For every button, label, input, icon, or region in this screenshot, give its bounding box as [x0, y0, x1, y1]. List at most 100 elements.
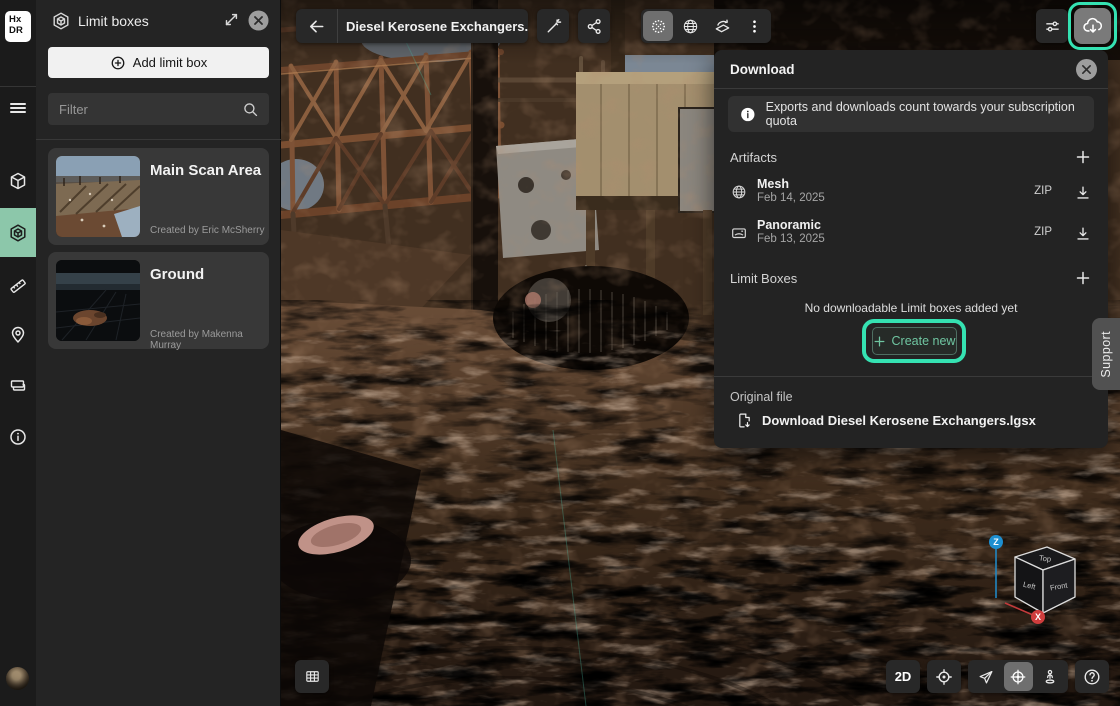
download-artifact-button[interactable] — [1072, 223, 1094, 245]
crosshair-icon — [934, 667, 954, 687]
view-settings-button[interactable] — [1036, 9, 1068, 43]
artifacts-label: Artifacts — [730, 150, 777, 165]
support-tab[interactable]: Support — [1092, 318, 1120, 390]
limit-box-created-by: Created by Eric McSherry — [150, 225, 264, 236]
rail-divider — [0, 86, 36, 87]
2d-mode-label: 2D — [895, 669, 912, 684]
add-limit-box-label: Add limit box — [133, 55, 207, 70]
back-button[interactable] — [296, 9, 338, 43]
hamburger-icon — [8, 98, 28, 118]
artifact-format: ZIP — [1034, 226, 1052, 238]
share-icon — [585, 17, 604, 36]
fly-mode-button[interactable] — [970, 660, 1003, 693]
help-button[interactable] — [1075, 660, 1109, 693]
add-limit-box-download-button[interactable] — [1074, 269, 1092, 287]
sidebar-item-locations[interactable] — [0, 317, 36, 353]
add-artifact-button[interactable] — [1074, 148, 1092, 166]
z-axis-label: Z — [993, 537, 999, 547]
app-window: Hx DR Limit boxes — [0, 0, 1120, 706]
artifact-date: Feb 13, 2025 — [757, 233, 825, 245]
info-icon — [8, 427, 28, 447]
limit-boxes-label: Limit Boxes — [730, 271, 797, 286]
share-button[interactable] — [578, 9, 610, 43]
cube-icon — [8, 171, 28, 191]
search-icon — [242, 101, 259, 118]
add-limit-box-button[interactable]: Add limit box — [48, 47, 269, 78]
sidebar-item-limit-boxes[interactable] — [0, 208, 36, 257]
download-original-file-link[interactable]: Download Diesel Kerosene Exchangers.lgsx — [736, 412, 1036, 429]
limit-boxes-panel: Limit boxes Add limit box — [36, 0, 281, 706]
artifact-row: Panoramic Feb 13, 2025 ZIP — [714, 217, 1108, 251]
recenter-button[interactable] — [927, 660, 961, 693]
filter-field — [48, 93, 269, 125]
file-title-bar: Diesel Kerosene Exchangers.lgsx — [296, 9, 528, 43]
plus-icon — [1076, 150, 1090, 164]
walk-mode-button[interactable] — [1034, 660, 1067, 693]
panel-divider — [36, 139, 281, 140]
artifact-name: Mesh — [757, 177, 789, 191]
help-icon — [1082, 667, 1102, 687]
navigation-mode-toolbar — [968, 660, 1068, 693]
file-title: Diesel Kerosene Exchangers.lgsx — [338, 19, 528, 34]
render-mode-toolbar — [641, 9, 771, 43]
limit-box-title: Ground — [150, 266, 204, 283]
kebab-menu-icon — [745, 17, 764, 36]
arrow-left-icon — [307, 17, 326, 36]
sidebar-item-datasets[interactable] — [0, 368, 36, 404]
info-filled-icon — [740, 106, 756, 123]
no-limit-boxes-text: No downloadable Limit boxes added yet — [714, 301, 1108, 315]
map-pin-icon — [8, 325, 28, 345]
create-new-label: Create new — [892, 334, 956, 348]
sidebar-item-info[interactable] — [0, 419, 36, 455]
ruler-icon — [8, 273, 28, 293]
file-download-icon — [736, 412, 753, 429]
scan-thumbnail — [56, 156, 140, 237]
magic-wand-button[interactable] — [537, 9, 569, 43]
collapse-panel-button[interactable] — [220, 9, 242, 31]
artifacts-section-header: Artifacts — [730, 148, 1092, 166]
plus-icon — [874, 336, 885, 347]
download-button[interactable] — [1074, 8, 1111, 44]
orbit-mode-button[interactable] — [1004, 662, 1033, 691]
orientation-cube-gizmo[interactable]: Top Left Front Z X — [985, 531, 1090, 627]
limit-box-icon — [51, 11, 71, 31]
mesh-artifact-icon — [730, 183, 748, 201]
create-new-button[interactable]: Create new — [872, 327, 957, 355]
download-panel: Download Exports and downloads count tow… — [714, 50, 1108, 448]
logo-line1: Hx — [9, 14, 31, 25]
x-axis-label: X — [1035, 612, 1041, 622]
2d-mode-button[interactable]: 2D — [886, 660, 920, 693]
globe-crosshair-icon — [1009, 668, 1027, 686]
sidebar-item-models[interactable] — [0, 163, 36, 199]
logo-line2: DR — [9, 25, 31, 36]
artifact-format: ZIP — [1034, 185, 1052, 197]
limit-box-icon — [8, 223, 28, 243]
mesh-mode-button[interactable] — [674, 9, 706, 43]
original-file-link-text: Download Diesel Kerosene Exchangers.lgsx — [762, 413, 1036, 428]
datasets-icon — [8, 376, 28, 396]
sidebar-item-measure[interactable] — [0, 265, 36, 301]
original-file-label: Original file — [730, 390, 793, 404]
artifact-name: Panoramic — [757, 218, 821, 232]
close-icon — [248, 10, 269, 31]
panel-title: Limit boxes — [78, 13, 149, 29]
texture-mode-button[interactable] — [706, 9, 738, 43]
point-cloud-mode-button[interactable] — [643, 11, 673, 41]
artifact-row: Mesh Feb 14, 2025 ZIP — [714, 176, 1108, 210]
point-cloud-icon — [649, 17, 668, 36]
limit-box-list-item[interactable]: Main Scan Area Created by Eric McSherry — [48, 148, 269, 245]
user-avatar[interactable] — [6, 667, 29, 690]
left-icon-rail: Hx DR — [0, 0, 36, 706]
close-download-panel-button[interactable] — [1076, 59, 1097, 80]
limit-box-title: Main Scan Area — [150, 162, 261, 179]
minimap-toggle-button[interactable] — [295, 660, 329, 693]
filter-input[interactable] — [48, 102, 242, 117]
more-options-button[interactable] — [738, 9, 770, 43]
panoramic-artifact-icon — [730, 224, 748, 242]
menu-button[interactable] — [0, 90, 36, 126]
close-panel-button[interactable] — [247, 9, 269, 31]
download-tray-icon — [1074, 184, 1092, 202]
limit-box-list-item[interactable]: Ground Created by Makenna Murray — [48, 252, 269, 349]
download-tray-icon — [1074, 225, 1092, 243]
download-artifact-button[interactable] — [1072, 182, 1094, 204]
